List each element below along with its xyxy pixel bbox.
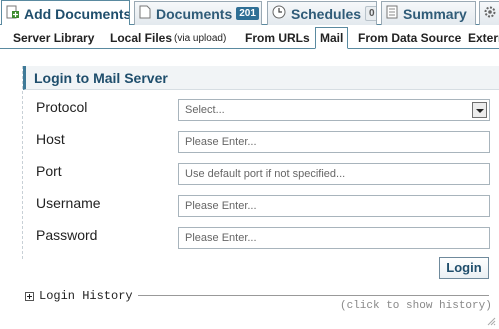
source-tab-bar: Server Library Local Files (via upload) … [0,25,499,49]
subtab-label: Local Files [110,31,173,45]
protocol-label: Protocol [36,99,88,115]
history-hint[interactable]: (click to show history) [340,300,492,312]
subtab-from-urls[interactable]: From URLs [241,28,314,48]
summary-icon [386,5,398,22]
subtab-label: Server Library [13,31,95,45]
port-placeholder: Use default port if not specified... [185,168,346,180]
host-label: Host [36,131,65,147]
host-input[interactable]: Please Enter... [178,131,490,153]
password-placeholder: Please Enter... [185,232,257,244]
subtab-external[interactable]: Extern [464,28,499,48]
subtab-label: From URLs [245,31,310,45]
password-input[interactable]: Please Enter... [178,227,490,249]
protocol-select[interactable]: Select... [178,99,490,121]
tab-add-documents[interactable]: Add Documents [1,0,130,26]
main-tab-bar: Add Documents Documents 201 Schedules 0 … [0,0,499,26]
subtab-label: Extern [468,31,499,45]
tab-label: Schedules [291,5,362,22]
tab-summary[interactable]: Summary [381,1,476,25]
documents-count-badge: 201 [236,7,259,20]
login-button[interactable]: Login [439,257,489,279]
tab-settings[interactable] [479,1,499,25]
tab-label: Documents [156,5,233,22]
divider [138,295,489,296]
password-label: Password [36,227,98,243]
resize-grip-icon[interactable] [486,316,496,326]
schedules-count-badge: 0 [365,6,376,21]
port-input[interactable]: Use default port if not specified... [178,163,490,185]
subtab-server-library[interactable]: Server Library [9,28,98,48]
subtab-label: From Data Source [358,31,462,45]
document-icon [139,5,151,22]
chevron-down-icon[interactable] [472,102,487,118]
panel-title: Login to Mail Server [23,66,499,90]
login-history-toggle[interactable]: Login History [25,289,133,303]
document-add-icon [6,5,19,22]
subtab-from-data-source[interactable]: From Data Source [354,28,465,48]
tab-label: Add Documents [24,5,130,22]
subtab-label: Mail [320,31,344,45]
username-placeholder: Please Enter... [185,200,257,212]
login-history-label: Login History [39,289,133,303]
clock-icon [272,5,286,22]
port-label: Port [36,163,62,179]
subtab-note: (via upload) [174,32,227,44]
username-label: Username [36,195,101,211]
expand-plus-icon [25,291,34,301]
protocol-selected-value: Select... [185,104,225,116]
subtab-local-files[interactable]: Local Files (via upload) [106,28,230,48]
host-placeholder: Please Enter... [185,136,257,148]
gear-icon [483,5,497,22]
username-input[interactable]: Please Enter... [178,195,490,217]
tab-schedules[interactable]: Schedules 0 [267,1,377,25]
tab-label: Summary [403,5,467,22]
tab-documents[interactable]: Documents 201 [134,1,262,25]
subtab-mail[interactable]: Mail [315,27,349,49]
